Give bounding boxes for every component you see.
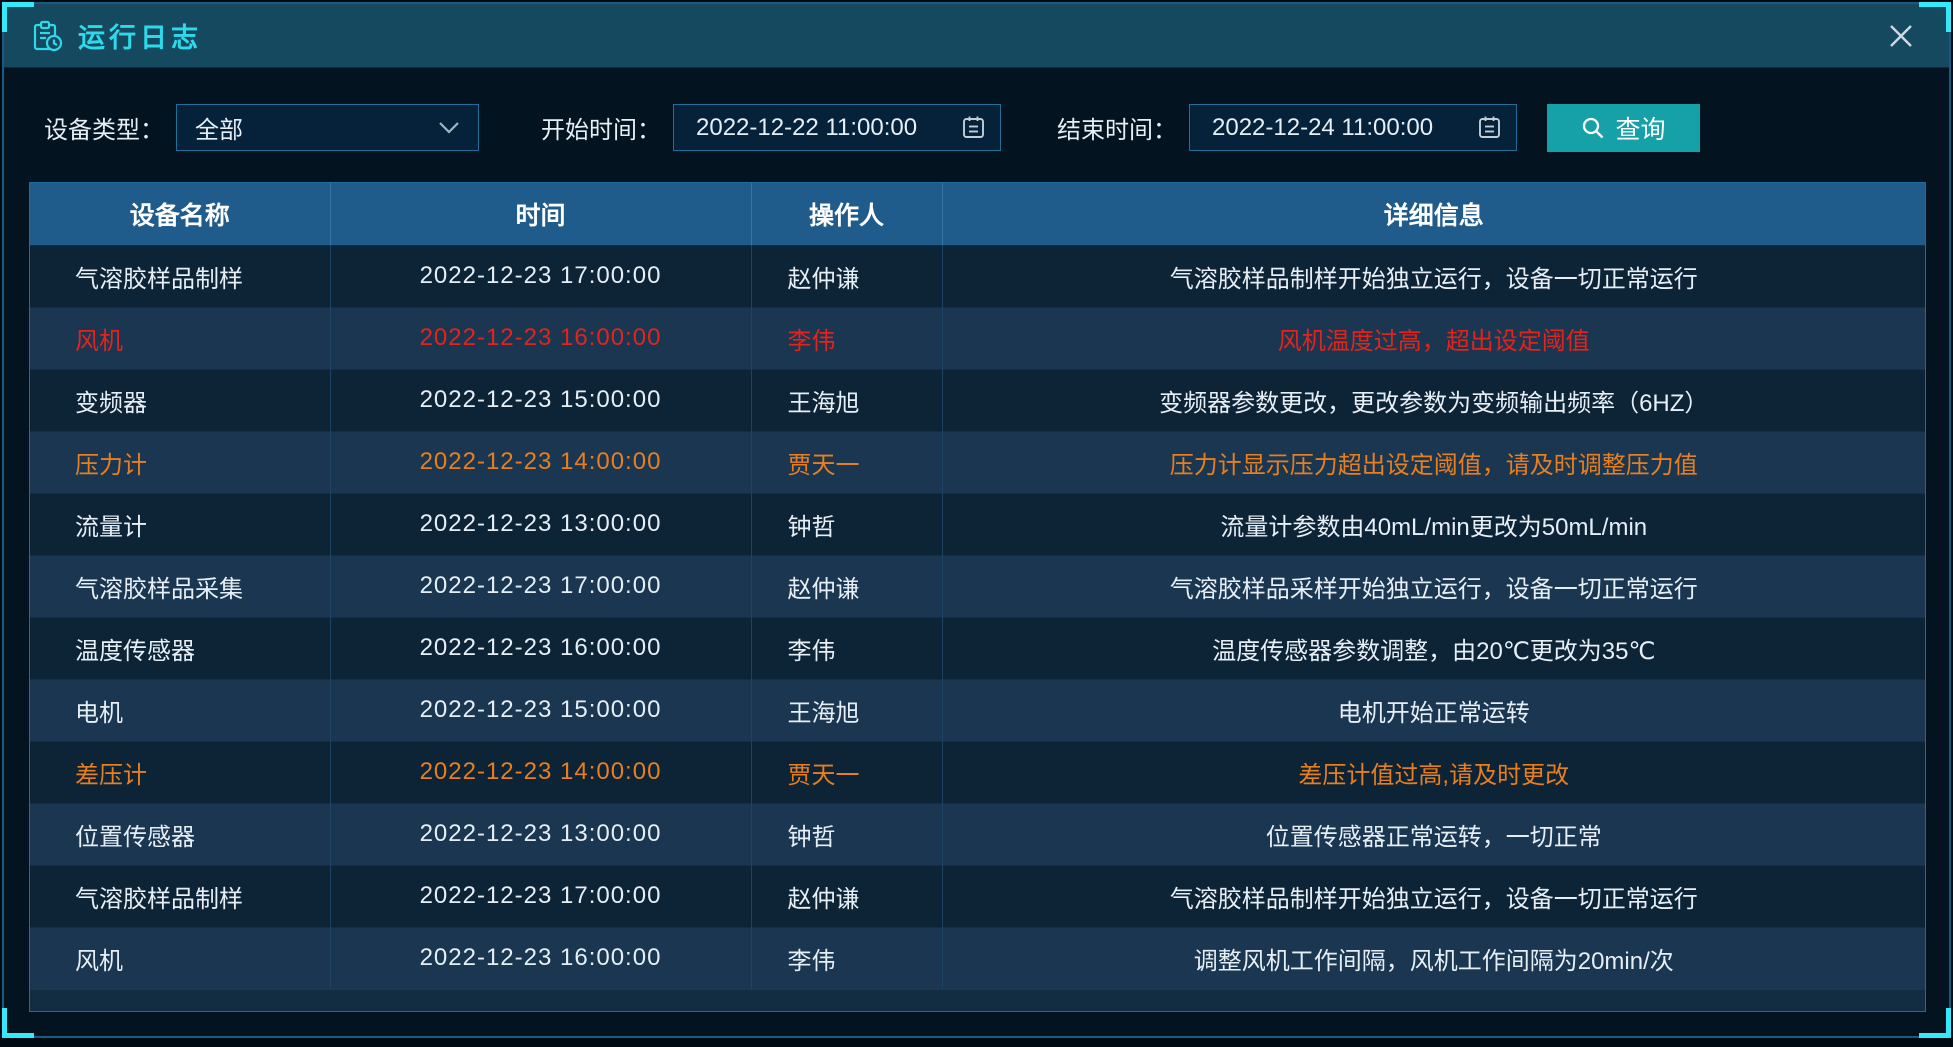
cell-detail: 温度传感器参数调整，由20℃更改为35℃ (942, 617, 1925, 679)
device-type-value: 全部 (195, 110, 438, 145)
cell-detail: 气溶胶样品采样开始独立运行，设备一切正常运行 (942, 555, 1925, 617)
table-row: 风机 2022-12-23 16:00:00 李伟 调整风机工作间隔，风机工作间… (30, 927, 1925, 989)
filter-bar: 设备类型： 全部 开始时间： 结束时间： (44, 104, 1949, 151)
cell-device-name: 气溶胶样品制样 (30, 865, 330, 927)
cell-detail: 差压计值过高,请及时更改 (942, 741, 1925, 803)
cell-detail: 流量计参数由40mL/min更改为50mL/min (942, 493, 1925, 555)
cell-detail: 电机开始正常运转 (942, 679, 1925, 741)
table-row: 温度传感器 2022-12-23 16:00:00 李伟 温度传感器参数调整，由… (30, 617, 1925, 679)
log-clipboard-icon (30, 19, 64, 53)
cell-detail: 气溶胶样品制样开始独立运行，设备一切正常运行 (942, 865, 1925, 927)
cell-operator: 赵仲谦 (751, 865, 942, 927)
calendar-icon[interactable] (1476, 114, 1503, 141)
cell-operator: 李伟 (751, 307, 942, 369)
table-row: 气溶胶样品制样 2022-12-23 17:00:00 赵仲谦 气溶胶样品制样开… (30, 865, 1925, 927)
table-row: 气溶胶样品采集 2022-12-23 17:00:00 赵仲谦 气溶胶样品采样开… (30, 555, 1925, 617)
device-type-select[interactable]: 全部 (176, 104, 479, 151)
run-log-dialog: 运行日志 设备类型： 全部 开始时间： (2, 2, 1951, 1038)
table-row: 风机 2022-12-23 16:00:00 李伟 风机温度过高，超出设定阈值 (30, 307, 1925, 369)
column-header-detail: 详细信息 (942, 183, 1925, 245)
table-row: 位置传感器 2022-12-23 13:00:00 钟哲 位置传感器正常运转，一… (30, 803, 1925, 865)
cell-device-name: 气溶胶样品采集 (30, 555, 330, 617)
corner-bracket-top-left (2, 2, 34, 32)
cell-time: 2022-12-23 14:00:00 (330, 741, 751, 803)
cell-operator: 王海旭 (751, 369, 942, 431)
cell-device-name: 气溶胶样品制样 (30, 245, 330, 307)
device-type-label: 设备类型： (44, 110, 164, 145)
cell-device-name: 压力计 (30, 431, 330, 493)
chevron-down-icon (438, 121, 460, 135)
cell-operator: 钟哲 (751, 803, 942, 865)
cell-device-name: 风机 (30, 927, 330, 989)
cell-time: 2022-12-23 15:00:00 (330, 679, 751, 741)
table-row: 流量计 2022-12-23 13:00:00 钟哲 流量计参数由40mL/mi… (30, 493, 1925, 555)
cell-time: 2022-12-23 16:00:00 (330, 927, 751, 989)
cell-time: 2022-12-23 14:00:00 (330, 431, 751, 493)
cell-detail: 变频器参数更改，更改参数为变频输出频率（6HZ） (942, 369, 1925, 431)
cell-time: 2022-12-23 13:00:00 (330, 493, 751, 555)
page-title: 运行日志 (78, 16, 202, 55)
cell-detail: 调整风机工作间隔，风机工作间隔为20min/次 (942, 927, 1925, 989)
table-row: 压力计 2022-12-23 14:00:00 贾天一 压力计显示压力超出设定阈… (30, 431, 1925, 493)
cell-operator: 赵仲谦 (751, 245, 942, 307)
cell-device-name: 位置传感器 (30, 803, 330, 865)
query-button-label: 查询 (1615, 110, 1665, 146)
table-row: 差压计 2022-12-23 14:00:00 贾天一 差压计值过高,请及时更改 (30, 741, 1925, 803)
cell-detail: 压力计显示压力超出设定阈值，请及时调整压力值 (942, 431, 1925, 493)
cell-operator: 贾天一 (751, 741, 942, 803)
cell-operator: 李伟 (751, 927, 942, 989)
corner-bracket-top-right (1919, 2, 1951, 32)
title-bar: 运行日志 (4, 4, 1949, 68)
close-icon (1885, 20, 1917, 52)
cell-time: 2022-12-23 16:00:00 (330, 307, 751, 369)
table-row: 电机 2022-12-23 15:00:00 王海旭 电机开始正常运转 (30, 679, 1925, 741)
calendar-icon[interactable] (960, 114, 987, 141)
start-time-input[interactable] (673, 104, 1001, 151)
cell-operator: 李伟 (751, 617, 942, 679)
cell-device-name: 差压计 (30, 741, 330, 803)
cell-device-name: 流量计 (30, 493, 330, 555)
cell-operator: 贾天一 (751, 431, 942, 493)
table-row: 气溶胶样品制样 2022-12-23 17:00:00 赵仲谦 气溶胶样品制样开… (30, 245, 1925, 307)
corner-bracket-bottom-left (2, 1008, 34, 1038)
column-header-device: 设备名称 (30, 183, 330, 245)
cell-detail: 气溶胶样品制样开始独立运行，设备一切正常运行 (942, 245, 1925, 307)
cell-device-name: 电机 (30, 679, 330, 741)
start-time-label: 开始时间： (541, 110, 661, 145)
corner-bracket-bottom-right (1919, 1008, 1951, 1038)
log-table-body: 气溶胶样品制样 2022-12-23 17:00:00 赵仲谦 气溶胶样品制样开… (30, 245, 1925, 989)
close-button[interactable] (1879, 14, 1923, 58)
cell-time: 2022-12-23 17:00:00 (330, 865, 751, 927)
empty-partial-row (30, 989, 1925, 1012)
search-icon (1581, 116, 1605, 140)
end-time-field (1189, 104, 1517, 151)
cell-device-name: 风机 (30, 307, 330, 369)
cell-time: 2022-12-23 17:00:00 (330, 555, 751, 617)
cell-time: 2022-12-23 15:00:00 (330, 369, 751, 431)
end-time-label: 结束时间： (1057, 110, 1177, 145)
cell-time: 2022-12-23 13:00:00 (330, 803, 751, 865)
column-header-operator: 操作人 (751, 183, 942, 245)
cell-operator: 王海旭 (751, 679, 942, 741)
cell-device-name: 温度传感器 (30, 617, 330, 679)
column-header-time: 时间 (330, 183, 751, 245)
cell-device-name: 变频器 (30, 369, 330, 431)
log-table: 设备名称 时间 操作人 详细信息 气溶胶样品制样 2022-12-23 17:0… (29, 182, 1926, 1012)
cell-detail: 风机温度过高，超出设定阈值 (942, 307, 1925, 369)
end-time-input[interactable] (1189, 104, 1517, 151)
table-row: 变频器 2022-12-23 15:00:00 王海旭 变频器参数更改，更改参数… (30, 369, 1925, 431)
cell-detail: 位置传感器正常运转，一切正常 (942, 803, 1925, 865)
cell-operator: 钟哲 (751, 493, 942, 555)
cell-time: 2022-12-23 17:00:00 (330, 245, 751, 307)
start-time-field (673, 104, 1001, 151)
cell-time: 2022-12-23 16:00:00 (330, 617, 751, 679)
cell-operator: 赵仲谦 (751, 555, 942, 617)
log-table-header: 设备名称 时间 操作人 详细信息 (30, 183, 1925, 245)
query-button[interactable]: 查询 (1547, 104, 1700, 152)
